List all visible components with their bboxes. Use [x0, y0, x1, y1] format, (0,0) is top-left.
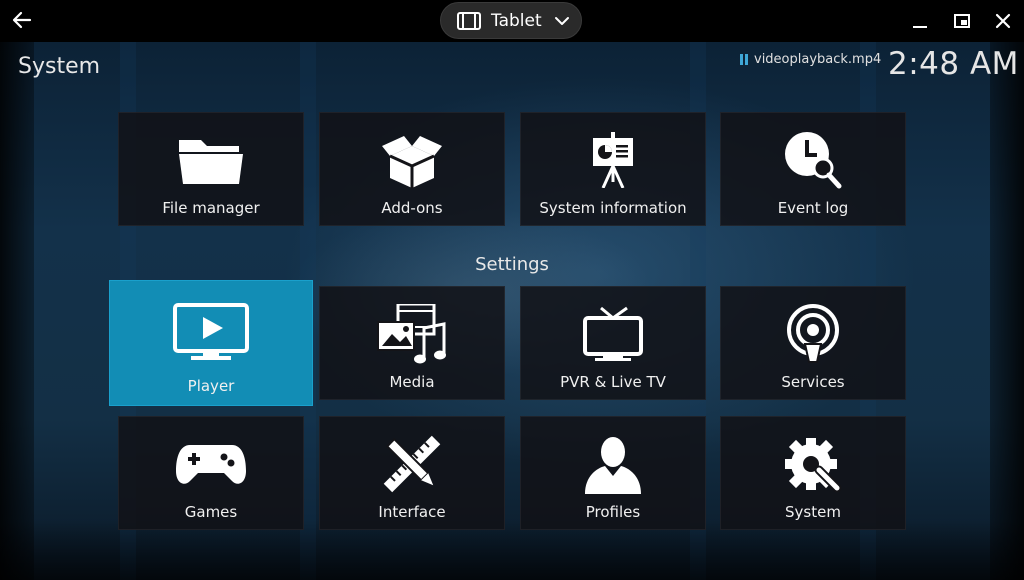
- tile-services[interactable]: Services: [720, 286, 906, 400]
- now-playing-title: videoplayback.mp4: [754, 52, 882, 67]
- tv-antenna-icon: [583, 306, 643, 361]
- tile-player[interactable]: Player: [109, 280, 313, 406]
- pause-icon: [740, 54, 748, 65]
- gear-wrench-icon: [785, 438, 842, 493]
- tile-event-log[interactable]: Event log: [720, 112, 906, 226]
- tile-system-information[interactable]: System information: [520, 112, 706, 226]
- tile-label: Services: [781, 373, 845, 391]
- restore-button[interactable]: [949, 8, 975, 34]
- tile-system[interactable]: System: [720, 416, 906, 530]
- tile-label: Media: [389, 373, 435, 391]
- tile-label: Player: [187, 377, 235, 395]
- section-heading: Settings: [475, 254, 549, 275]
- close-button[interactable]: [990, 8, 1016, 34]
- tv-play-icon: [173, 303, 249, 360]
- tile-pvr-live-tv[interactable]: PVR & Live TV: [520, 286, 706, 400]
- tile-interface[interactable]: Interface: [319, 416, 505, 530]
- tile-media[interactable]: Media: [319, 286, 505, 400]
- tile-label: Add-ons: [381, 199, 443, 217]
- media-icon: [377, 304, 446, 364]
- background-vignette: [0, 42, 34, 580]
- close-icon: [995, 13, 1011, 29]
- clock-search-icon: [785, 132, 842, 189]
- open-box-icon: [382, 136, 442, 188]
- minimize-button[interactable]: [907, 8, 933, 34]
- tile-label: Games: [184, 503, 238, 521]
- mode-selector[interactable]: Tablet: [440, 2, 582, 39]
- user-icon: [585, 437, 641, 494]
- restore-icon: [954, 14, 970, 28]
- tile-label: File manager: [162, 199, 260, 217]
- clock: 2:48 AM: [888, 46, 1019, 82]
- chevron-down-icon: [554, 16, 569, 25]
- kodi-system-screen: System videoplayback.mp4 2:48 AM File ma…: [0, 42, 1024, 580]
- tile-label: Profiles: [585, 503, 641, 521]
- tile-label: Interface: [378, 503, 446, 521]
- tile-label: Event log: [777, 199, 849, 217]
- back-arrow-icon: [12, 11, 32, 29]
- tablet-icon: [457, 11, 481, 30]
- tile-games[interactable]: Games: [118, 416, 304, 530]
- tile-label: System: [785, 503, 841, 521]
- gamepad-icon: [176, 445, 246, 484]
- window-titlebar: Tablet: [0, 0, 1024, 42]
- folder-icon: [179, 140, 243, 184]
- tile-profiles[interactable]: Profiles: [520, 416, 706, 530]
- broadcast-icon: [787, 304, 839, 363]
- page-title: System: [18, 54, 101, 79]
- back-button[interactable]: [8, 6, 36, 34]
- tile-label: System information: [539, 199, 687, 217]
- now-playing[interactable]: videoplayback.mp4: [740, 52, 881, 67]
- mode-label: Tablet: [491, 10, 542, 31]
- pencil-ruler-icon: [383, 435, 441, 493]
- background-vignette: [990, 42, 1024, 580]
- tile-label: PVR & Live TV: [560, 373, 666, 391]
- tile-file-manager[interactable]: File manager: [118, 112, 304, 226]
- minimize-icon: [913, 26, 927, 28]
- presentation-icon: [593, 132, 633, 188]
- tile-add-ons[interactable]: Add-ons: [319, 112, 505, 226]
